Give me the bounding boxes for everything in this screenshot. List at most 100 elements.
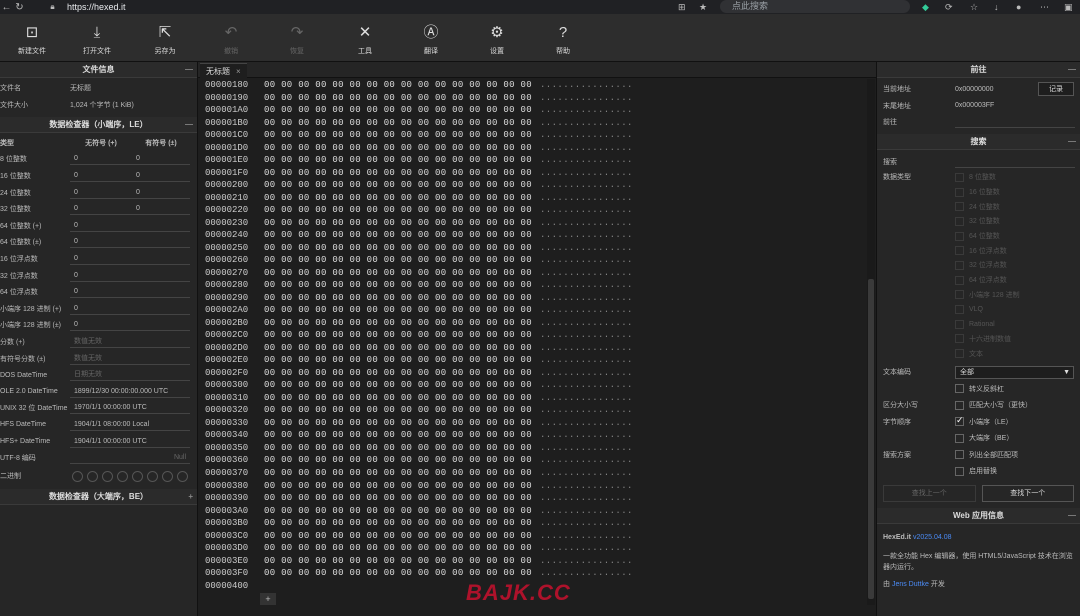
row-bytes[interactable]: 00 00 00 00 00 00 00 00 00 00 00 00 00 0… bbox=[260, 442, 540, 455]
row-bytes[interactable]: 00 00 00 00 00 00 00 00 00 00 00 00 00 0… bbox=[260, 79, 540, 92]
redo-button[interactable]: ↷ 恢复 bbox=[272, 24, 322, 56]
row-text[interactable]: ................ bbox=[540, 229, 633, 242]
bit-toggle[interactable] bbox=[117, 470, 128, 482]
row-bytes[interactable]: 00 00 00 00 00 00 00 00 00 00 00 00 00 0… bbox=[260, 304, 540, 317]
inspector-value[interactable]: 数值无效 bbox=[70, 353, 190, 365]
app-version[interactable]: v2025.04.08 bbox=[913, 534, 952, 541]
search-header[interactable]: 搜索 — bbox=[877, 133, 1080, 150]
datatype-checkbox[interactable] bbox=[955, 275, 964, 285]
datatype-option[interactable]: 32 位浮点数 bbox=[877, 258, 1080, 273]
row-bytes[interactable]: 00 00 00 00 00 00 00 00 00 00 00 00 00 0… bbox=[260, 104, 540, 117]
row-text[interactable]: ................ bbox=[540, 354, 633, 367]
download-icon[interactable]: ↓ bbox=[994, 0, 999, 14]
row-bytes[interactable]: 00 00 00 00 00 00 00 00 00 00 00 00 00 0… bbox=[260, 392, 540, 405]
binary-bits[interactable] bbox=[72, 470, 188, 482]
row-bytes[interactable]: 00 00 00 00 00 00 00 00 00 00 00 00 00 0… bbox=[260, 192, 540, 205]
shield-icon[interactable]: ◆ bbox=[922, 0, 929, 14]
row-bytes[interactable]: 00 00 00 00 00 00 00 00 00 00 00 00 00 0… bbox=[260, 154, 540, 167]
save-as-button[interactable]: ⇱ 另存为 bbox=[140, 24, 190, 56]
inspector-value[interactable]: 日期无效 bbox=[70, 369, 190, 382]
more-icon[interactable]: ⋯ bbox=[1040, 0, 1049, 14]
row-bytes[interactable]: 00 00 00 00 00 00 00 00 00 00 00 00 00 0… bbox=[260, 530, 540, 543]
big-endian-checkbox[interactable] bbox=[955, 433, 964, 443]
inspector-value[interactable]: 0 bbox=[70, 253, 190, 266]
row-text[interactable]: ................ bbox=[540, 342, 633, 355]
row-text[interactable]: ................ bbox=[540, 492, 633, 505]
vertical-scrollbar[interactable] bbox=[867, 79, 875, 605]
profile-icon[interactable]: ● bbox=[1016, 0, 1021, 14]
unsigned-value[interactable]: 0 bbox=[70, 187, 132, 199]
row-text[interactable]: ................ bbox=[540, 242, 633, 255]
row-bytes[interactable]: 00 00 00 00 00 00 00 00 00 00 00 00 00 0… bbox=[260, 542, 540, 555]
row-text[interactable]: ................ bbox=[540, 467, 633, 480]
row-bytes[interactable]: 00 00 00 00 00 00 00 00 00 00 00 00 00 0… bbox=[260, 92, 540, 105]
row-text[interactable]: ................ bbox=[540, 104, 633, 117]
bit-toggle[interactable] bbox=[162, 470, 173, 482]
inspector-value[interactable]: 0 bbox=[70, 220, 190, 232]
row-text[interactable]: ................ bbox=[540, 317, 633, 330]
row-text[interactable]: ................ bbox=[540, 254, 633, 267]
datatype-option[interactable]: 24 位整数 bbox=[877, 199, 1080, 214]
unsigned-value[interactable]: 0 bbox=[70, 203, 132, 216]
row-bytes[interactable]: 00 00 00 00 00 00 00 00 00 00 00 00 00 0… bbox=[260, 167, 540, 180]
datatype-option[interactable]: 64 位整数 bbox=[877, 229, 1080, 244]
row-bytes[interactable]: 00 00 00 00 00 00 00 00 00 00 00 00 00 0… bbox=[260, 555, 540, 568]
datatype-option[interactable]: 十六进制数值 bbox=[877, 332, 1080, 347]
datatype-option[interactable]: 16 位浮点数 bbox=[877, 243, 1080, 258]
datatype-checkbox[interactable] bbox=[955, 246, 964, 256]
datatype-checkbox[interactable] bbox=[955, 187, 964, 197]
row-bytes[interactable]: 00 00 00 00 00 00 00 00 00 00 00 00 00 0… bbox=[260, 279, 540, 292]
find-prev-button[interactable]: 查找上一个 bbox=[883, 485, 976, 503]
row-bytes[interactable]: 00 00 00 00 00 00 00 00 00 00 00 00 00 0… bbox=[260, 404, 540, 417]
collapse-icon[interactable]: — bbox=[185, 117, 193, 133]
row-text[interactable]: ................ bbox=[540, 167, 633, 180]
row-text[interactable]: ................ bbox=[540, 542, 633, 555]
inspector-le-header[interactable]: 数据检查器（小端序，LE） — bbox=[0, 117, 197, 134]
row-bytes[interactable]: 00 00 00 00 00 00 00 00 00 00 00 00 00 0… bbox=[260, 129, 540, 142]
unsigned-value[interactable]: 0 bbox=[70, 170, 132, 183]
case-checkbox[interactable] bbox=[955, 400, 964, 410]
inspector-value[interactable]: 0 bbox=[70, 270, 190, 282]
row-bytes[interactable]: 00 00 00 00 00 00 00 00 00 00 00 00 00 0… bbox=[260, 492, 540, 505]
goto-header[interactable]: 前往 — bbox=[877, 62, 1080, 78]
row-bytes[interactable]: 00 00 00 00 00 00 00 00 00 00 00 00 00 0… bbox=[260, 229, 540, 242]
unsigned-value[interactable]: 0 bbox=[70, 153, 132, 166]
row-text[interactable]: ................ bbox=[540, 404, 633, 417]
row-bytes[interactable]: 00 00 00 00 00 00 00 00 00 00 00 00 00 0… bbox=[260, 292, 540, 305]
extension-icon[interactable]: ⟳ bbox=[945, 0, 953, 14]
encoding-select[interactable]: 全部 ▼ bbox=[955, 365, 1074, 379]
row-bytes[interactable]: 00 00 00 00 00 00 00 00 00 00 00 00 00 0… bbox=[260, 379, 540, 392]
translate-button[interactable]: Ⓐ 翻译 bbox=[406, 24, 456, 56]
row-bytes[interactable]: 00 00 00 00 00 00 00 00 00 00 00 00 00 0… bbox=[260, 242, 540, 255]
row-text[interactable]: ................ bbox=[540, 555, 633, 568]
inspector-value[interactable]: 0 bbox=[70, 319, 190, 332]
tools-button[interactable]: ✕ 工具 bbox=[340, 24, 390, 56]
row-bytes[interactable]: 00 00 00 00 00 00 00 00 00 00 00 00 00 0… bbox=[260, 142, 540, 155]
row-text[interactable]: ................ bbox=[540, 429, 633, 442]
row-text[interactable]: ................ bbox=[540, 567, 633, 580]
row-text[interactable]: ................ bbox=[540, 392, 633, 405]
row-bytes[interactable]: 00 00 00 00 00 00 00 00 00 00 00 00 00 0… bbox=[260, 417, 540, 430]
row-text[interactable]: ................ bbox=[540, 379, 633, 392]
bit-toggle[interactable] bbox=[72, 470, 83, 482]
row-text[interactable]: ................ bbox=[540, 142, 633, 155]
back-icon[interactable]: ← bbox=[0, 2, 13, 13]
little-endian-checkbox[interactable] bbox=[955, 415, 964, 427]
row-text[interactable]: ................ bbox=[540, 517, 633, 530]
row-bytes[interactable]: 00 00 00 00 00 00 00 00 00 00 00 00 00 0… bbox=[260, 480, 540, 493]
row-text[interactable]: ................ bbox=[540, 367, 633, 380]
grid-icon[interactable]: ⊞ bbox=[678, 0, 686, 14]
row-text[interactable]: ................ bbox=[540, 329, 633, 342]
datatype-option[interactable]: 文本 bbox=[877, 346, 1080, 361]
row-text[interactable]: ................ bbox=[540, 480, 633, 493]
row-text[interactable]: ................ bbox=[540, 192, 633, 205]
collapse-icon[interactable]: — bbox=[1068, 508, 1076, 524]
row-bytes[interactable]: 00 00 00 00 00 00 00 00 00 00 00 00 00 0… bbox=[260, 267, 540, 280]
undo-button[interactable]: ↶ 撤销 bbox=[206, 24, 256, 56]
collapse-icon[interactable]: — bbox=[1068, 62, 1076, 78]
datatype-checkbox[interactable] bbox=[955, 319, 964, 329]
record-button[interactable]: 记录 bbox=[1038, 82, 1074, 97]
row-text[interactable]: ................ bbox=[540, 530, 633, 543]
replace-checkbox[interactable] bbox=[955, 466, 964, 476]
row-bytes[interactable]: 00 00 00 00 00 00 00 00 00 00 00 00 00 0… bbox=[260, 505, 540, 518]
